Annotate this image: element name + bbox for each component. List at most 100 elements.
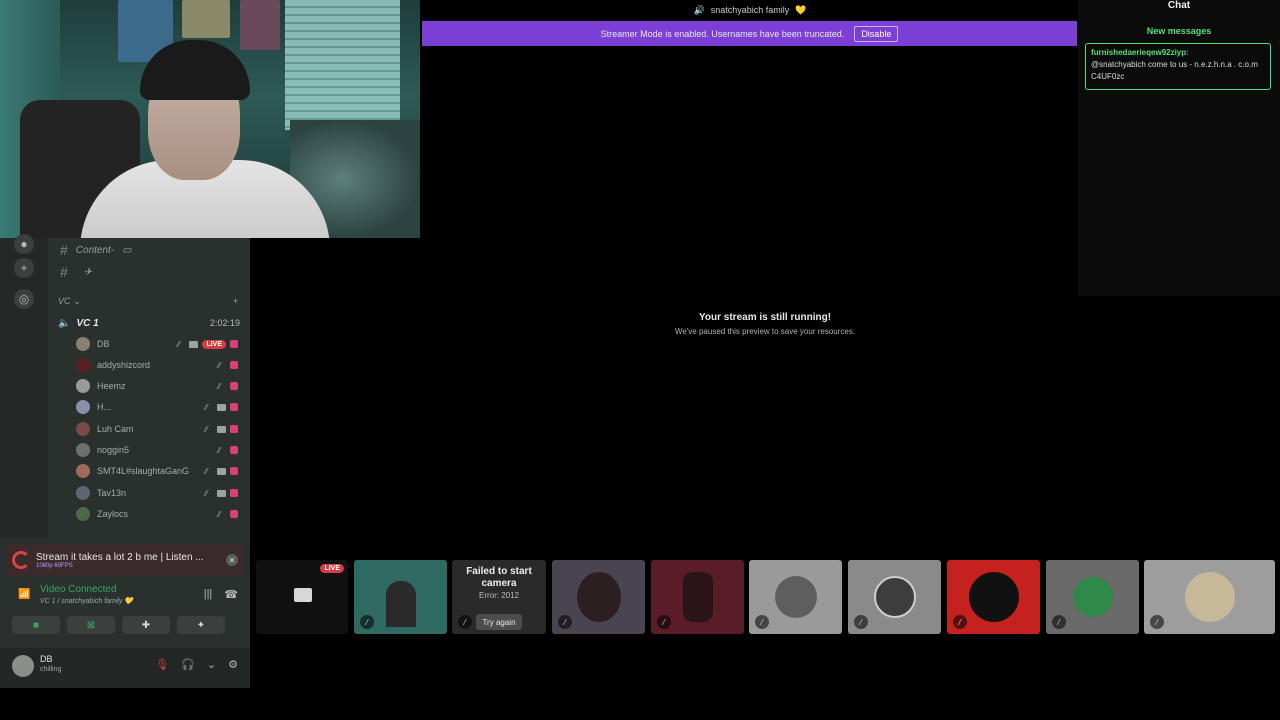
- voice-channel-path[interactable]: VC 1 / snatchyabich family 💛: [40, 597, 133, 605]
- live-badge[interactable]: LIVE: [202, 339, 226, 349]
- try-again-button[interactable]: Try again: [476, 614, 522, 630]
- category-vc[interactable]: VC ⌄ +: [58, 296, 238, 307]
- mic-muted-icon: ⁄: [1052, 615, 1066, 629]
- streamer-mode-message: Streamer Mode is enabled. Usernames have…: [600, 28, 845, 39]
- camera-icon: [189, 340, 199, 348]
- participant-tile[interactable]: ⁄: [354, 560, 447, 634]
- participant-tile[interactable]: ⁄: [1046, 560, 1139, 634]
- voice-member[interactable]: addyshizcord ⁄⁄: [76, 355, 238, 375]
- voice-member[interactable]: Zaylocs ⁄⁄: [76, 504, 238, 524]
- gear-icon[interactable]: ⚙: [228, 658, 238, 671]
- server-title-bar: 🔊 snatchyabich family 💛: [420, 0, 1080, 20]
- close-icon[interactable]: ✕: [226, 554, 238, 566]
- participant-tile[interactable]: ⁄: [1144, 560, 1275, 634]
- mic-muted-icon: ⁄⁄: [177, 339, 181, 349]
- chevron-down-icon[interactable]: ⌄: [207, 658, 216, 671]
- activity-icon: [230, 340, 238, 348]
- explore-icon[interactable]: ◎: [14, 289, 34, 309]
- avatar: [76, 358, 90, 372]
- voice-member[interactable]: DB ⁄⁄ LIVE: [76, 334, 238, 354]
- avatar: [76, 422, 90, 436]
- camera-icon: [217, 489, 226, 497]
- server-icon[interactable]: ●: [14, 234, 34, 254]
- participant-tile[interactable]: ⁄: [848, 560, 941, 634]
- activity-icon: [230, 489, 238, 497]
- mic-muted-icon[interactable]: 🎙: [155, 658, 169, 671]
- voice-member[interactable]: noggin5 ⁄⁄: [76, 440, 238, 460]
- participant-tile[interactable]: ⁄: [651, 560, 744, 634]
- mic-muted-icon: ⁄: [953, 615, 967, 629]
- screen-share-button[interactable]: ⊠: [67, 616, 115, 634]
- chat-message-text: @snatchyabich come to us - n.e.z.h.n.a .…: [1091, 60, 1258, 81]
- participant-tile[interactable]: ⁄: [552, 560, 645, 634]
- disconnect-icon[interactable]: ☎: [224, 588, 238, 601]
- camera-icon: [217, 467, 226, 475]
- voice-duration: 2:02:19: [209, 318, 240, 328]
- mic-muted-icon: ⁄: [360, 615, 374, 629]
- activities-button[interactable]: ✚: [122, 616, 170, 634]
- channel-unnamed[interactable]: # ✈: [60, 262, 92, 282]
- avatar: [76, 400, 90, 414]
- mic-muted-icon: ⁄⁄: [205, 488, 208, 498]
- mic-muted-icon: ⁄⁄: [218, 381, 221, 391]
- voice-member[interactable]: SMT4L#slaughtaGanG ⁄⁄: [76, 461, 238, 481]
- voice-member[interactable]: Tav13n ⁄⁄: [76, 483, 238, 503]
- avatar[interactable]: [12, 655, 34, 677]
- headphones-icon[interactable]: 🎧: [181, 658, 195, 671]
- voice-channel-vc1[interactable]: 🔈 VC 1 2:02:19: [58, 314, 240, 332]
- voice-member[interactable]: Heemz ⁄⁄: [76, 376, 238, 396]
- activity-icon: [230, 467, 238, 475]
- mic-muted-icon: ⁄⁄: [205, 402, 208, 412]
- app-root: 🔊 snatchyabich family 💛 Streamer Mode is…: [0, 0, 1280, 720]
- add-server-icon[interactable]: +: [14, 258, 34, 278]
- activity-title: Stream it takes a lot 2 b me | Listen ..…: [36, 551, 204, 563]
- window-blinds: [285, 0, 400, 130]
- camera-button[interactable]: ■: [12, 616, 60, 634]
- participant-avatar: [1184, 572, 1235, 622]
- add-channel-icon[interactable]: +: [233, 296, 238, 307]
- stream-paused-title: Your stream is still running!: [698, 312, 832, 323]
- chat-overlay: Chat New messages furnishedaerieqew92ziy…: [1078, 0, 1280, 296]
- mic-muted-icon: ⁄: [558, 615, 572, 629]
- poster: [182, 0, 230, 38]
- participant-tile[interactable]: ⁄: [947, 560, 1040, 634]
- participant-tile-failed[interactable]: Failed to start camera Error: 2012 Try a…: [452, 560, 546, 634]
- streamer-mode-banner: Streamer Mode is enabled. Usernames have…: [422, 21, 1077, 46]
- voice-status: Video Connected: [40, 584, 117, 595]
- mic-muted-icon: ⁄⁄: [218, 360, 221, 370]
- participant-tile-screenshare[interactable]: LIVE: [256, 560, 348, 634]
- user-panel: DB chilling 🎙 🎧 ⌄ ⚙: [0, 648, 250, 688]
- mic-muted-icon: ⁄: [657, 615, 671, 629]
- speaker-icon: 🔈: [58, 317, 71, 329]
- stream-paused-subtitle: We've paused this preview to save your r…: [674, 327, 856, 336]
- camera-error-code: Error: 2012: [478, 591, 520, 600]
- voice-member[interactable]: Luh Cam ⁄⁄: [76, 419, 238, 439]
- participant-avatar: [873, 576, 916, 618]
- camera-icon: [217, 425, 226, 433]
- server-rail: ● + ◎: [0, 234, 48, 538]
- mic-muted-icon: ⁄⁄: [205, 466, 208, 476]
- voice-connection-panel: 📶 Video Connected VC 1 / snatchyabich fa…: [6, 578, 244, 638]
- channel-content[interactable]: # Content- ▭: [60, 240, 132, 260]
- activity-icon: [230, 510, 238, 518]
- voice-member[interactable]: H... ⁄⁄: [76, 397, 238, 417]
- participant-avatar: [968, 572, 1019, 622]
- mic-muted-icon: ⁄: [1150, 615, 1164, 629]
- participant-tile[interactable]: ⁄: [749, 560, 842, 634]
- activity-quality: 1080p 60FPS: [36, 562, 73, 569]
- soundboard-button[interactable]: ✦: [177, 616, 225, 634]
- activity-card[interactable]: Stream it takes a lot 2 b me | Listen ..…: [6, 544, 244, 576]
- heart-emoji: 💛: [795, 4, 807, 15]
- new-messages-label: New messages: [1146, 26, 1212, 36]
- disable-streamer-mode-button[interactable]: Disable: [854, 25, 899, 42]
- chat-username: furnishedaerieqew92ziyp: [1091, 48, 1187, 57]
- hash-icon: #: [60, 242, 68, 258]
- server-name: snatchyabich family: [710, 5, 790, 15]
- mic-muted-icon: ⁄: [854, 615, 868, 629]
- noise-suppression-icon[interactable]: |||: [204, 588, 213, 601]
- monitor-icon: [294, 588, 312, 602]
- participant-video: [576, 572, 621, 622]
- live-badge: LIVE: [320, 564, 344, 573]
- avatar: [76, 379, 90, 393]
- activity-icon: [230, 382, 238, 390]
